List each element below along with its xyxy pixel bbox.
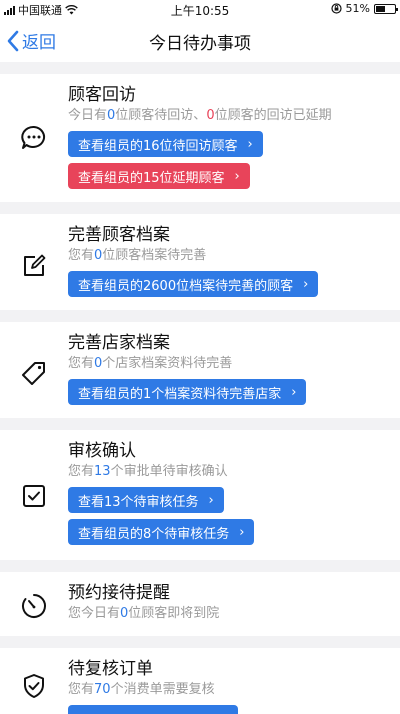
edit-icon [24,254,46,276]
delayed-followup-count: 0 [206,108,215,123]
shield-check-icon [24,674,44,698]
pending-review-count: 13 [94,464,111,479]
tag-icon [22,362,45,385]
card-review-confirmation: 审核确认 您有13个审批单待审核确认 查看13个待审核任务 › 查看组员的8个待审… [0,430,400,560]
chevron-right-icon: › [208,492,214,508]
view-team-pending-reviews-button[interactable]: 查看组员的8个待审核任务 › [68,519,255,545]
checkbox-icon [23,485,45,507]
view-team-delayed-customers-button[interactable]: 查看组员的15位延期顾客 › [68,163,250,189]
card-title: 预约接待提醒 [68,583,170,603]
navigation-bar: 返回 今日待办事项 [0,18,400,62]
card-description: 您有13个审批单待审核确认 [68,464,228,479]
view-team-incomplete-stores-button[interactable]: 查看组员的1个档案资料待完善店家 › [68,379,307,405]
card-description: 您今日有0位顾客即将到院 [68,606,220,621]
card-description: 您有0位顾客档案待完善 [68,248,207,263]
chevron-right-icon: › [234,168,240,184]
card-title: 待复核订单 [68,659,153,679]
card-title: 完善店家档案 [68,333,170,353]
timer-icon [22,594,46,618]
chevron-right-icon: › [291,384,297,400]
view-pending-reviews-button[interactable]: 查看13个待审核任务 › [68,487,224,513]
page-title: 今日待办事项 [149,34,251,54]
view-orders-button[interactable] [68,705,238,714]
card-description: 今日有0位顾客待回访、0位顾客的回访已延期 [68,108,332,123]
card-description: 您有0个店家档案资料待完善 [68,356,233,371]
view-team-incomplete-customers-button[interactable]: 查看组员的2600位档案待完善的顾客 › [68,271,319,297]
view-team-pending-followups-button[interactable]: 查看组员的16位待回访顾客 › [68,131,263,157]
battery-percent: 51% [345,2,370,15]
card-orders-to-recheck: 待复核订单 您有70个消费单需要复核 [0,648,400,714]
battery-icon [374,3,398,14]
chevron-right-icon: › [239,524,245,540]
status-right: 51% [330,2,398,15]
recheck-order-count: 70 [94,682,111,697]
chevron-right-icon: › [247,136,253,152]
card-description: 您有70个消费单需要复核 [68,682,215,697]
card-complete-customer-profile: 完善顾客档案 您有0位顾客档案待完善 查看组员的2600位档案待完善的顾客 › [0,214,400,310]
card-title: 审核确认 [68,441,136,461]
chevron-right-icon: › [303,276,309,292]
card-customer-followup: 顾客回访 今日有0位顾客待回访、0位顾客的回访已延期 查看组员的16位待回访顾客… [0,74,400,202]
card-title: 完善顾客档案 [68,225,170,245]
card-complete-store-profile: 完善店家档案 您有0个店家档案资料待完善 查看组员的1个档案资料待完善店家 › [0,322,400,418]
todo-list: 顾客回访 今日有0位顾客待回访、0位顾客的回访已延期 查看组员的16位待回访顾客… [0,62,400,714]
rotation-lock-icon [330,3,342,14]
card-title: 顾客回访 [68,85,136,105]
status-bar: 中国联通 上午10:55 51% [0,0,400,18]
card-appointment-reminder[interactable]: 预约接待提醒 您今日有0位顾客即将到院 [0,572,400,636]
message-icon [21,125,46,149]
